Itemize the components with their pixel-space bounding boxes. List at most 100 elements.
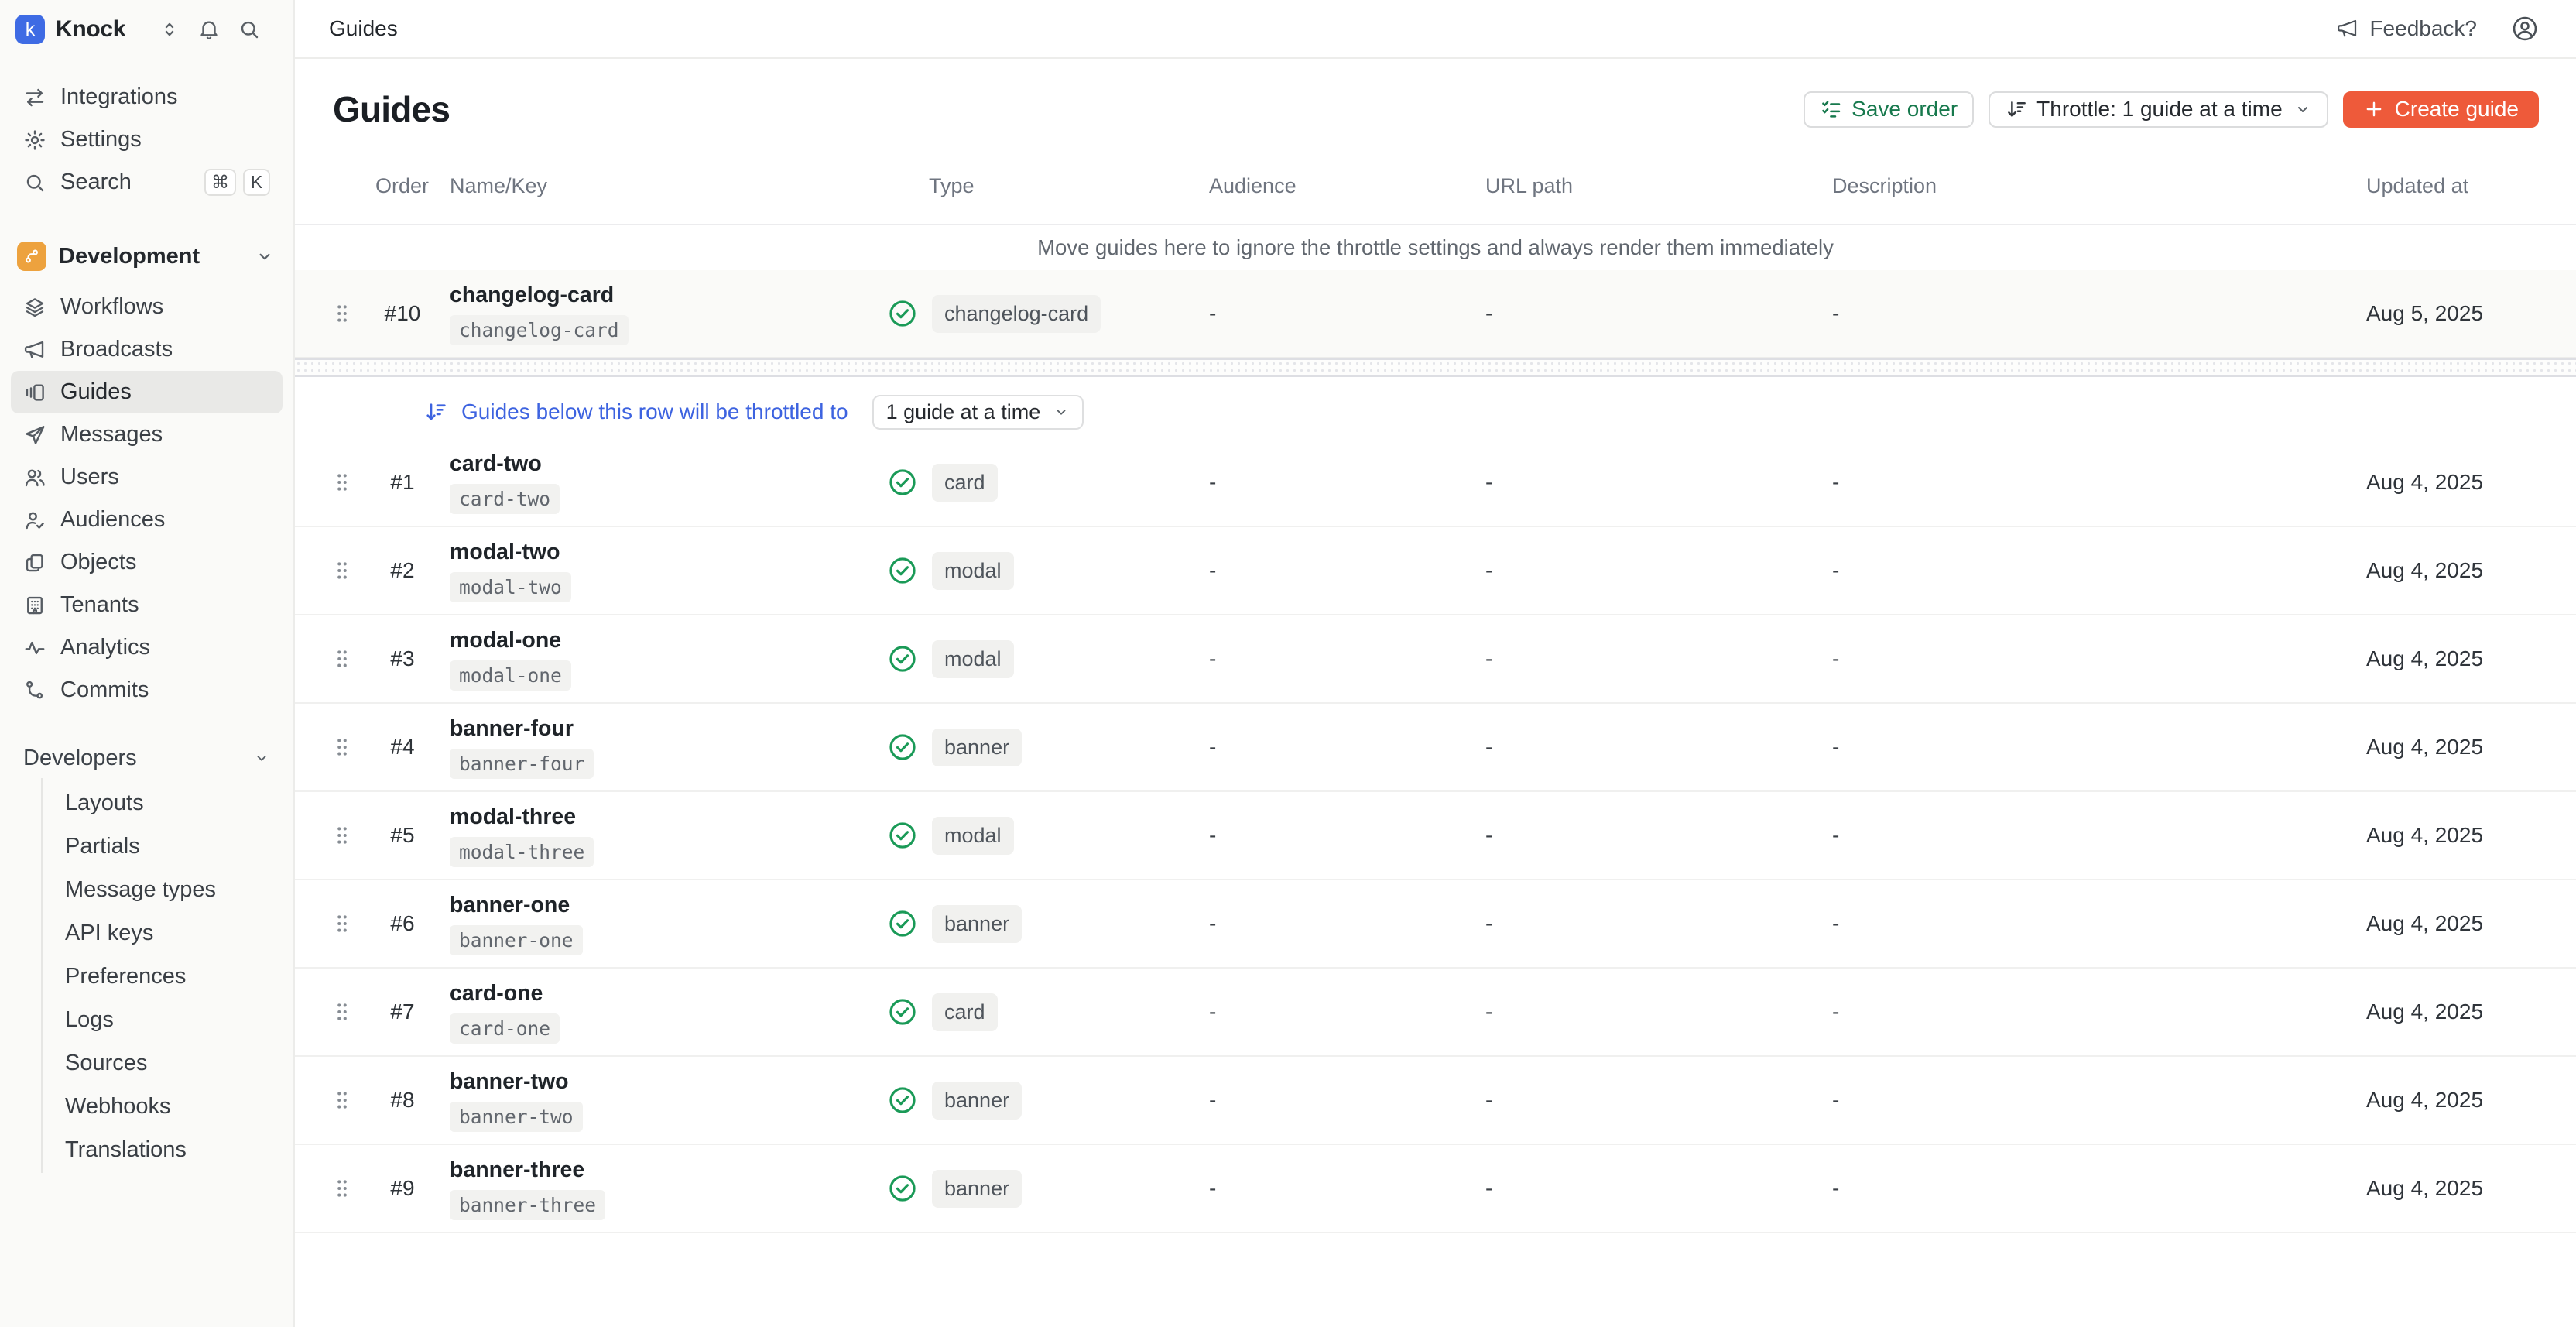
copy-pages-icon (23, 551, 46, 574)
sidebar-item-integrations[interactable]: Integrations (11, 76, 283, 118)
developers-subnav-item[interactable]: Translations (43, 1128, 293, 1171)
guide-name: banner-three (450, 1157, 584, 1183)
guide-description: - (1832, 1176, 2366, 1201)
guide-row[interactable]: #2 modal-two modal-two modal - - - Aug 4… (295, 527, 2576, 615)
pin-zone-hint: Move guides here to ignore the throttle … (295, 225, 2576, 270)
sidebar-item-broadcasts[interactable]: Broadcasts (11, 328, 283, 371)
drag-handle[interactable] (332, 471, 355, 494)
sidebar-item-label: Settings (60, 127, 142, 153)
guide-updated-at: Aug 4, 2025 (2366, 735, 2538, 760)
environment-switcher[interactable]: Development (11, 236, 283, 276)
guide-name-cell: banner-one banner-one (450, 893, 929, 955)
guide-type-cell: card (886, 993, 1209, 1031)
sidebar-item-label: Workflows (60, 294, 163, 320)
sidebar-item-commits[interactable]: Commits (11, 669, 283, 712)
developers-subnav-item[interactable]: API keys (43, 911, 293, 955)
sidebar-item-users[interactable]: Users (11, 456, 283, 499)
guide-updated-at: Aug 4, 2025 (2366, 470, 2538, 495)
collapse-sidebar-icon[interactable] (159, 19, 180, 40)
guide-updated-at: Aug 4, 2025 (2366, 1176, 2538, 1201)
guide-name: card-one (450, 981, 543, 1006)
sidebar-item-guides[interactable]: Guides (11, 371, 283, 413)
sidebar-item-analytics[interactable]: Analytics (11, 626, 283, 669)
users-icon (23, 466, 46, 489)
save-order-button[interactable]: Save order (1804, 91, 1974, 128)
sidebar-item-objects[interactable]: Objects (11, 541, 283, 584)
guide-url-path: - (1485, 823, 1832, 848)
drag-handle[interactable] (332, 1089, 355, 1112)
sidebar-item-label: Audiences (60, 507, 165, 533)
drag-handle[interactable] (332, 736, 355, 759)
drag-handle[interactable] (332, 1177, 355, 1200)
throttle-amount-value: 1 guide at a time (886, 400, 1041, 424)
drag-handle[interactable] (332, 1000, 355, 1024)
sidebar-item-workflows[interactable]: Workflows (11, 286, 283, 328)
guide-row[interactable]: #10 changelog-card changelog-card change… (295, 270, 2576, 358)
guide-row[interactable]: #3 modal-one modal-one modal - - - Aug 4… (295, 615, 2576, 704)
guides-panel-icon (23, 381, 46, 404)
guide-row[interactable]: #4 banner-four banner-four banner - - - … (295, 704, 2576, 792)
developers-label: Developers (23, 746, 137, 771)
sidebar-item-label: Messages (60, 422, 163, 447)
guide-key-badge: modal-three (450, 837, 594, 867)
pulse-icon (23, 636, 46, 660)
developers-subnav-item[interactable]: Message types (43, 868, 293, 911)
guide-type-badge: card (932, 464, 998, 502)
developers-subnav-item[interactable]: Layouts (43, 781, 293, 825)
user-avatar-icon[interactable] (2511, 15, 2539, 43)
sidebar-item-search[interactable]: Search ⌘ K (11, 161, 283, 204)
developers-subnav-label: Sources (65, 1051, 147, 1076)
drag-handle[interactable] (332, 302, 355, 325)
guide-name-cell: changelog-card changelog-card (450, 283, 929, 345)
main-area: Guides Feedback? Guides (295, 0, 2576, 1327)
drag-handle[interactable] (332, 912, 355, 935)
throttle-dropdown[interactable]: Throttle: 1 guide at a time (1989, 91, 2328, 128)
drag-handle[interactable] (332, 647, 355, 670)
create-guide-button[interactable]: Create guide (2343, 91, 2539, 128)
guide-row[interactable]: #5 modal-three modal-three modal - - - A… (295, 792, 2576, 880)
workspace-switcher[interactable]: k Knock (0, 0, 293, 59)
checklist-icon (1820, 98, 1843, 121)
drag-handle[interactable] (332, 824, 355, 847)
throttle-amount-select[interactable]: 1 guide at a time (872, 395, 1084, 430)
column-type: Type (929, 174, 1209, 198)
notifications-bell-icon[interactable] (197, 18, 221, 41)
guide-row[interactable]: #6 banner-one banner-one banner - - - Au… (295, 880, 2576, 969)
developers-subnav-item[interactable]: Webhooks (43, 1085, 293, 1128)
developers-subnav-item[interactable]: Partials (43, 825, 293, 868)
guide-row[interactable]: #1 card-two card-two card - - - Aug 4, 2… (295, 439, 2576, 527)
sidebar-dev-nav: Workflows Broadcasts Guides Messages (0, 286, 293, 712)
layers-icon (23, 296, 46, 319)
sidebar-item-label: Objects (60, 550, 136, 575)
developers-subnav-item[interactable]: Sources (43, 1041, 293, 1085)
sidebar-item-audiences[interactable]: Audiences (11, 499, 283, 541)
guides-rows: #1 card-two card-two card - - - Aug 4, 2… (295, 439, 2576, 1233)
sidebar-item-label: Commits (60, 677, 149, 703)
status-active-icon (886, 297, 919, 330)
guide-row[interactable]: #7 card-one card-one card - - - Aug 4, 2… (295, 969, 2576, 1057)
feedback-button[interactable]: Feedback? (2336, 16, 2477, 41)
guide-name-cell: banner-two banner-two (450, 1069, 929, 1132)
developers-subnav-item[interactable]: Logs (43, 998, 293, 1041)
workspace-name: Knock (56, 16, 125, 43)
sidebar-item-tenants[interactable]: Tenants (11, 584, 283, 626)
guide-type-cell: modal (886, 640, 1209, 678)
guide-updated-at: Aug 4, 2025 (2366, 1000, 2538, 1024)
sidebar-item-messages[interactable]: Messages (11, 413, 283, 456)
guide-type-badge: modal (932, 817, 1014, 855)
developers-toggle[interactable]: Developers (0, 738, 293, 778)
guide-updated-at: Aug 4, 2025 (2366, 1088, 2538, 1113)
search-icon[interactable] (238, 18, 261, 41)
guide-updated-at: Aug 4, 2025 (2366, 823, 2538, 848)
developers-subnav-item[interactable]: Preferences (43, 955, 293, 998)
drop-zone-strip (295, 358, 2576, 377)
guide-name-cell: modal-two modal-two (450, 540, 929, 602)
sidebar-item-settings[interactable]: Settings (11, 118, 283, 161)
sidebar-item-label: Broadcasts (60, 337, 173, 362)
guide-row[interactable]: #9 banner-three banner-three banner - - … (295, 1145, 2576, 1233)
pinned-row-slot: #10 changelog-card changelog-card change… (295, 270, 2576, 358)
drag-handle[interactable] (332, 559, 355, 582)
developers-subnav-label: Message types (65, 877, 216, 903)
throttle-divider-link[interactable]: Guides below this row will be throttled … (461, 399, 848, 424)
guide-row[interactable]: #8 banner-two banner-two banner - - - Au… (295, 1057, 2576, 1145)
